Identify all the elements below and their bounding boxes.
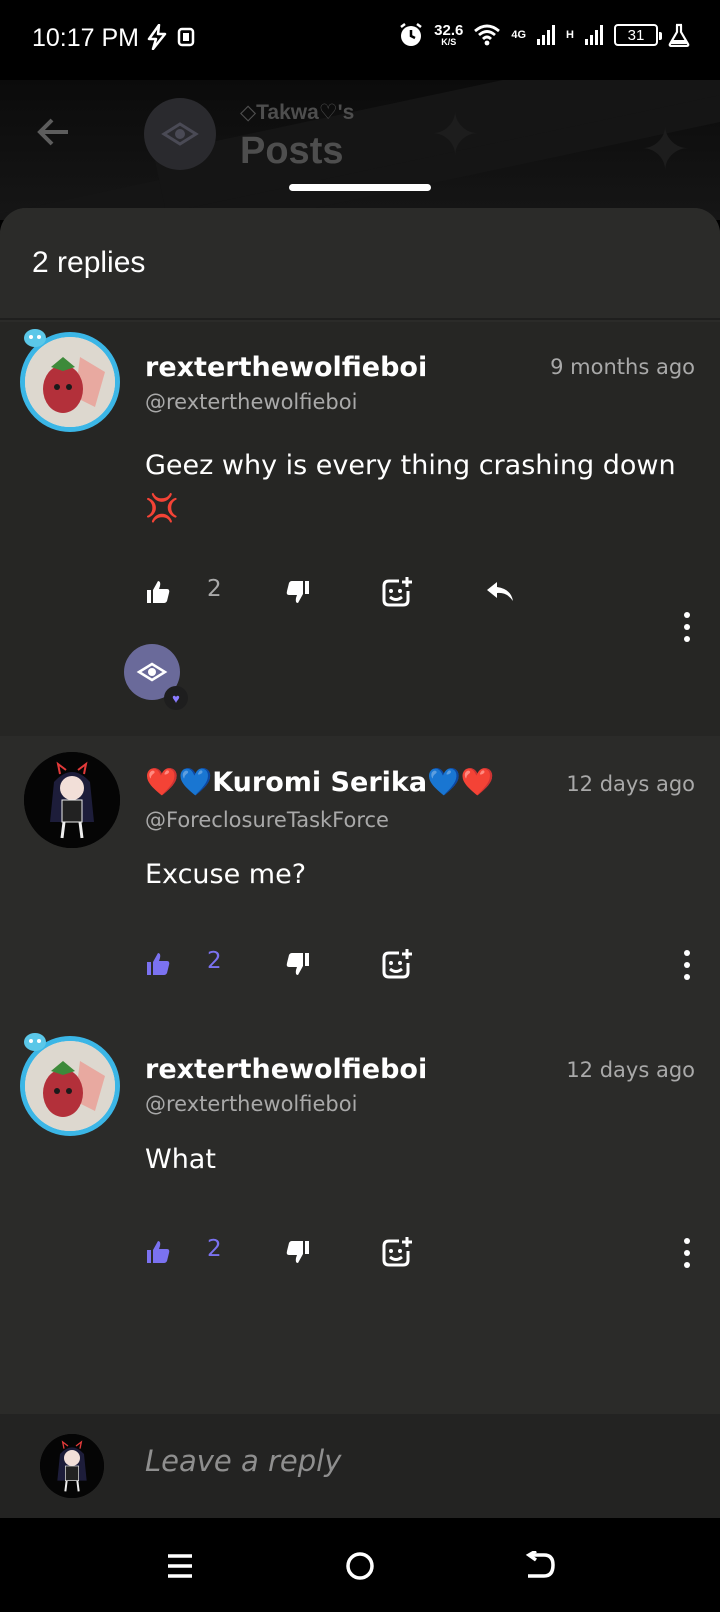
reply-username[interactable]: rexterthewolfieboi: [145, 1054, 427, 1085]
more-options-button[interactable]: [682, 950, 692, 980]
sheet-drag-handle[interactable]: [289, 184, 431, 191]
thumbs-up-icon: [147, 1241, 170, 1263]
post-time: 9 months ago: [550, 355, 695, 379]
post-handle[interactable]: @rexterthewolfieboi: [145, 390, 357, 414]
flash-icon: [147, 24, 167, 50]
badge-icon: [24, 1033, 46, 1051]
system-nav-bar: [0, 1518, 720, 1612]
more-options-button[interactable]: [682, 1238, 692, 1268]
strawberry-avatar-image: [25, 337, 115, 427]
reply-arrow-icon: [487, 582, 513, 601]
thumbs-down-icon: [286, 1241, 309, 1263]
eye-logo-icon: [136, 662, 168, 682]
replies-count: 2 replies: [32, 246, 146, 279]
reply-composer: [0, 1414, 720, 1518]
battery-level: 31: [627, 26, 645, 44]
reply-time: 12 days ago: [566, 1058, 695, 1082]
add-reaction-button[interactable]: [381, 944, 413, 984]
dislike-button[interactable]: [285, 572, 311, 612]
page-title: Posts: [240, 130, 344, 172]
network-h-label: H: [566, 29, 574, 41]
reply-item: rexterthewolfieboi @rexterthewolfieboi 1…: [0, 1026, 720, 1326]
strawberry-avatar-image: [25, 1041, 115, 1131]
add-reaction-button[interactable]: [381, 1232, 413, 1272]
post-username[interactable]: rexterthewolfieboi: [145, 352, 427, 383]
reply-time: 12 days ago: [566, 772, 695, 796]
current-user-avatar[interactable]: [40, 1434, 104, 1498]
net-speed-unit: K/S: [441, 37, 457, 47]
like-count: 2: [207, 948, 222, 974]
anger-emoji: 💢: [145, 493, 179, 524]
eye-logo-icon: [161, 122, 199, 146]
app-notification-icon: [177, 27, 195, 47]
background-header: ◇Takwa♡'s Posts ✦ ✦: [0, 80, 720, 220]
network-4g-label: 4G: [511, 29, 527, 41]
thumbs-up-icon: [147, 953, 170, 975]
anime-girl-avatar-image: [40, 1434, 104, 1498]
signal-icon-2: [585, 25, 603, 45]
reply-text: Excuse me?: [145, 859, 307, 890]
add-reaction-button[interactable]: [381, 572, 413, 612]
replies-sheet: 2 replies rexterthewolfieboi @rexterthew…: [0, 208, 720, 1518]
back-button[interactable]: [520, 1546, 560, 1586]
parent-post: rexterthewolfieboi @rexterthewolfieboi 9…: [0, 322, 720, 736]
anime-girl-avatar-image: [24, 752, 120, 848]
reply-text: What: [145, 1144, 216, 1175]
replies-count-header: 2 replies: [0, 208, 720, 320]
like-button[interactable]: [145, 572, 171, 612]
home-circle-icon: [346, 1552, 374, 1580]
status-left-icons: [146, 24, 198, 50]
back-arrow-icon[interactable]: [34, 112, 74, 152]
status-time: 10:17 PM: [32, 24, 140, 52]
home-button[interactable]: [340, 1546, 380, 1586]
status-bar: 10:17 PM 32.6 K/S 4G H 31: [0, 0, 720, 80]
wifi-icon: [474, 24, 501, 46]
reply-username[interactable]: ❤️💙Kuromi Serika💙❤️: [145, 766, 494, 798]
signal-icon: [537, 25, 556, 45]
status-right-icons: 32.6 K/S 4G H 31: [398, 22, 690, 48]
thumbs-down-icon: [286, 953, 309, 975]
badge-icon: [24, 329, 46, 347]
add-reaction-icon: [382, 577, 412, 607]
add-reaction-icon: [382, 949, 412, 979]
reply-actions: 2: [145, 1232, 685, 1272]
post-actions: 2: [145, 572, 685, 612]
sparkle-icon: ✦: [640, 116, 691, 183]
reply-input[interactable]: [145, 1444, 665, 1478]
like-button[interactable]: [145, 1232, 171, 1272]
back-icon: [525, 1551, 555, 1578]
dislike-button[interactable]: [285, 944, 311, 984]
group-avatar[interactable]: [144, 98, 216, 170]
net-speed: 32.6 K/S: [434, 23, 463, 47]
heart-reaction-icon: ♥: [164, 686, 188, 710]
add-reaction-icon: [382, 1237, 412, 1267]
more-options-button[interactable]: [682, 612, 692, 642]
like-button[interactable]: [145, 944, 171, 984]
sparkle-icon: ✦: [430, 101, 481, 168]
alarm-icon: [400, 23, 422, 46]
dislike-button[interactable]: [285, 1232, 311, 1272]
post-text: Geez why is every thing crashing down 💢: [145, 444, 695, 530]
recents-button[interactable]: [160, 1546, 200, 1586]
reply-button[interactable]: [485, 572, 515, 612]
group-name: ◇Takwa♡'s: [240, 101, 355, 124]
reply-actions: 2: [145, 944, 685, 984]
reply-item: ❤️💙Kuromi Serika💙❤️ @ForeclosureTaskForc…: [0, 736, 720, 1026]
avatar[interactable]: [24, 752, 120, 848]
thumbs-up-icon: [147, 581, 170, 603]
lab-flask-icon: [668, 23, 690, 47]
post-text-content: Geez why is every thing crashing down: [145, 450, 676, 481]
like-count: 2: [207, 576, 222, 602]
reply-handle[interactable]: @rexterthewolfieboi: [145, 1092, 357, 1116]
menu-icon: [168, 1554, 192, 1578]
reply-handle[interactable]: @ForeclosureTaskForce: [145, 808, 389, 832]
thumbs-down-icon: [286, 581, 309, 603]
battery-icon: 31: [614, 24, 662, 46]
like-count: 2: [207, 1236, 222, 1262]
net-speed-value: 32.6: [434, 22, 464, 39]
